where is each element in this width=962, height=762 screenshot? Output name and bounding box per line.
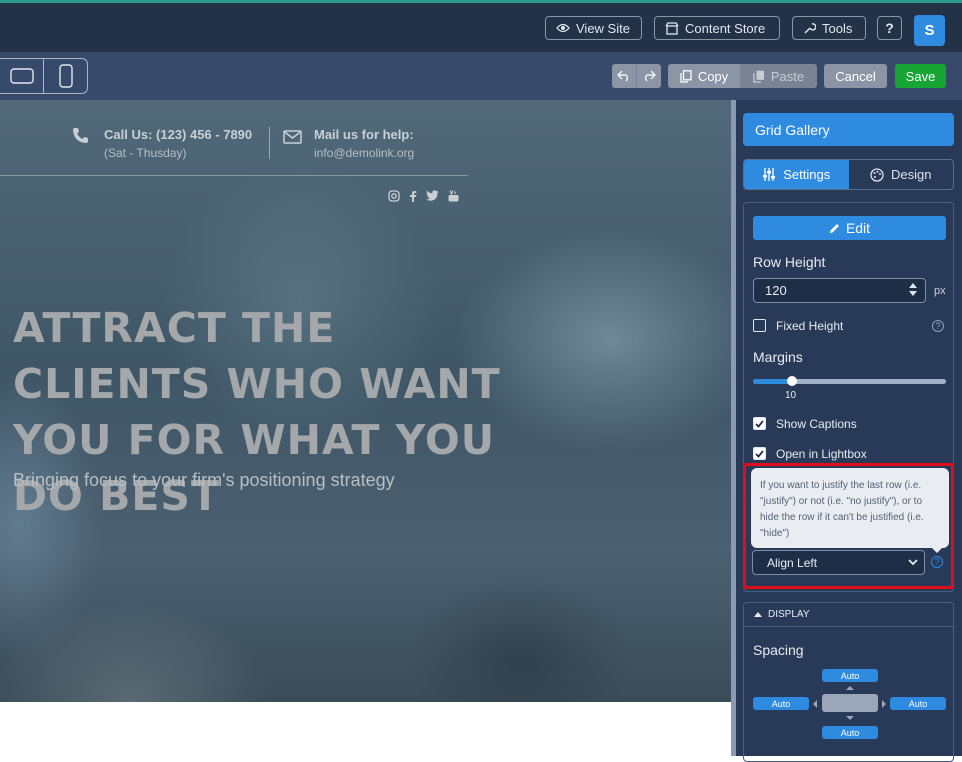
open-lightbox-checkbox[interactable] bbox=[753, 447, 766, 460]
copy-label: Copy bbox=[697, 68, 729, 84]
checkmark-icon bbox=[755, 419, 764, 428]
fixed-height-checkbox[interactable] bbox=[753, 319, 766, 332]
undo-button[interactable] bbox=[612, 64, 636, 88]
social-icons bbox=[388, 190, 459, 202]
mail-us-address: info@demolink.org bbox=[314, 146, 415, 160]
youtube-icon[interactable] bbox=[448, 190, 459, 202]
cancel-button[interactable]: Cancel bbox=[824, 64, 887, 88]
header-divider bbox=[0, 175, 468, 176]
tools-button[interactable]: Tools bbox=[792, 16, 866, 40]
spacing-top-arrow bbox=[846, 686, 854, 690]
tablet-view-button[interactable] bbox=[0, 59, 43, 93]
checkmark-icon bbox=[755, 449, 764, 458]
view-site-button[interactable]: View Site bbox=[545, 16, 642, 40]
palette-icon bbox=[870, 167, 884, 182]
panel-title: Grid Gallery bbox=[743, 113, 954, 146]
call-us-hours: (Sat - Thusday) bbox=[104, 146, 187, 160]
copy-paste-group: Copy Paste bbox=[668, 64, 817, 88]
store-icon bbox=[665, 21, 679, 35]
margins-label: Margins bbox=[753, 349, 803, 365]
fixed-height-help-icon[interactable]: ? bbox=[932, 320, 944, 332]
spacing-bottom[interactable]: Auto bbox=[822, 726, 878, 739]
page-canvas[interactable]: Call Us: (123) 456 - 7890 (Sat - Thusday… bbox=[0, 100, 731, 702]
redo-button[interactable] bbox=[636, 64, 661, 88]
editor-toolbar bbox=[0, 52, 962, 100]
show-captions-checkbox[interactable] bbox=[753, 417, 766, 430]
instagram-icon[interactable] bbox=[388, 190, 400, 202]
display-header-label: DISPLAY bbox=[768, 609, 810, 620]
margins-slider[interactable] bbox=[753, 376, 946, 386]
canvas-next-section bbox=[0, 702, 731, 756]
display-section-header[interactable]: DISPLAY bbox=[744, 603, 953, 627]
device-preview-group bbox=[0, 58, 88, 94]
panel-tabs: Settings Design bbox=[743, 159, 954, 190]
hero-subtitle: Bringing focus to your firm's positionin… bbox=[13, 470, 395, 490]
top-bar: View Site Content Store Tools ? S bbox=[0, 0, 962, 52]
pencil-icon bbox=[829, 223, 839, 233]
contact-divider bbox=[269, 127, 270, 159]
paste-button[interactable]: Paste bbox=[740, 64, 817, 88]
save-button[interactable]: Save bbox=[895, 64, 946, 88]
content-store-label: Content Store bbox=[685, 20, 766, 36]
spacing-left-arrow bbox=[813, 700, 817, 708]
spacing-left[interactable]: Auto bbox=[753, 697, 809, 710]
mail-us-label: Mail us for help: bbox=[314, 127, 414, 142]
spacing-top[interactable]: Auto bbox=[822, 669, 878, 682]
open-lightbox-label: Open in Lightbox bbox=[776, 447, 867, 461]
spacing-element-preview bbox=[822, 694, 878, 712]
eye-icon bbox=[556, 23, 570, 33]
envelope-icon bbox=[283, 130, 302, 144]
highlight-box bbox=[743, 463, 954, 589]
undo-icon bbox=[617, 70, 628, 82]
undo-redo-group bbox=[612, 64, 661, 88]
help-label: ? bbox=[885, 20, 894, 36]
call-us-label: Call Us: (123) 456 - 7890 bbox=[104, 127, 253, 142]
mobile-view-button[interactable] bbox=[43, 59, 87, 93]
settings-panel: Grid Gallery Settings Design Edit Row He… bbox=[736, 100, 962, 762]
tab-design[interactable]: Design bbox=[849, 160, 954, 189]
redo-icon bbox=[645, 70, 656, 82]
user-avatar[interactable]: S bbox=[914, 15, 945, 46]
tab-settings-label: Settings bbox=[783, 167, 831, 182]
spacing-label: Spacing bbox=[753, 642, 804, 658]
twitter-icon[interactable] bbox=[426, 190, 439, 201]
row-height-unit: px bbox=[934, 285, 946, 297]
copy-button[interactable]: Copy bbox=[668, 64, 740, 88]
user-initial: S bbox=[924, 22, 935, 39]
phone-handset-icon bbox=[73, 128, 88, 143]
copy-icon bbox=[680, 69, 692, 83]
show-captions-label: Show Captions bbox=[776, 417, 857, 431]
paste-icon bbox=[753, 70, 764, 83]
tablet-landscape-icon bbox=[9, 68, 34, 84]
spacing-right-arrow bbox=[882, 700, 886, 708]
paste-label: Paste bbox=[770, 68, 805, 84]
row-height-label: Row Height bbox=[753, 254, 826, 270]
edit-label: Edit bbox=[845, 220, 871, 236]
display-section: DISPLAY Spacing Auto Auto Auto Auto bbox=[743, 602, 954, 762]
edit-button[interactable]: Edit bbox=[753, 216, 946, 240]
row-height-stepper[interactable] bbox=[909, 283, 917, 296]
phone-icon bbox=[58, 64, 73, 88]
caret-up-icon bbox=[754, 612, 762, 617]
view-site-label: View Site bbox=[576, 20, 630, 36]
tools-label: Tools bbox=[822, 20, 853, 36]
margins-slider-handle[interactable] bbox=[787, 376, 797, 386]
content-store-button[interactable]: Content Store bbox=[654, 16, 780, 40]
spacing-right[interactable]: Auto bbox=[890, 697, 946, 710]
facebook-icon[interactable] bbox=[409, 190, 417, 202]
help-button[interactable]: ? bbox=[877, 16, 902, 40]
fixed-height-label: Fixed Height bbox=[776, 319, 844, 333]
wrench-icon bbox=[804, 22, 816, 34]
tab-design-label: Design bbox=[891, 167, 932, 182]
row-height-input[interactable]: 120 bbox=[753, 278, 926, 303]
spacing-bottom-arrow bbox=[846, 716, 854, 720]
margins-value: 10 bbox=[785, 390, 797, 401]
sliders-icon bbox=[763, 168, 776, 181]
tab-settings[interactable]: Settings bbox=[744, 160, 849, 189]
row-height-value: 120 bbox=[765, 283, 787, 298]
